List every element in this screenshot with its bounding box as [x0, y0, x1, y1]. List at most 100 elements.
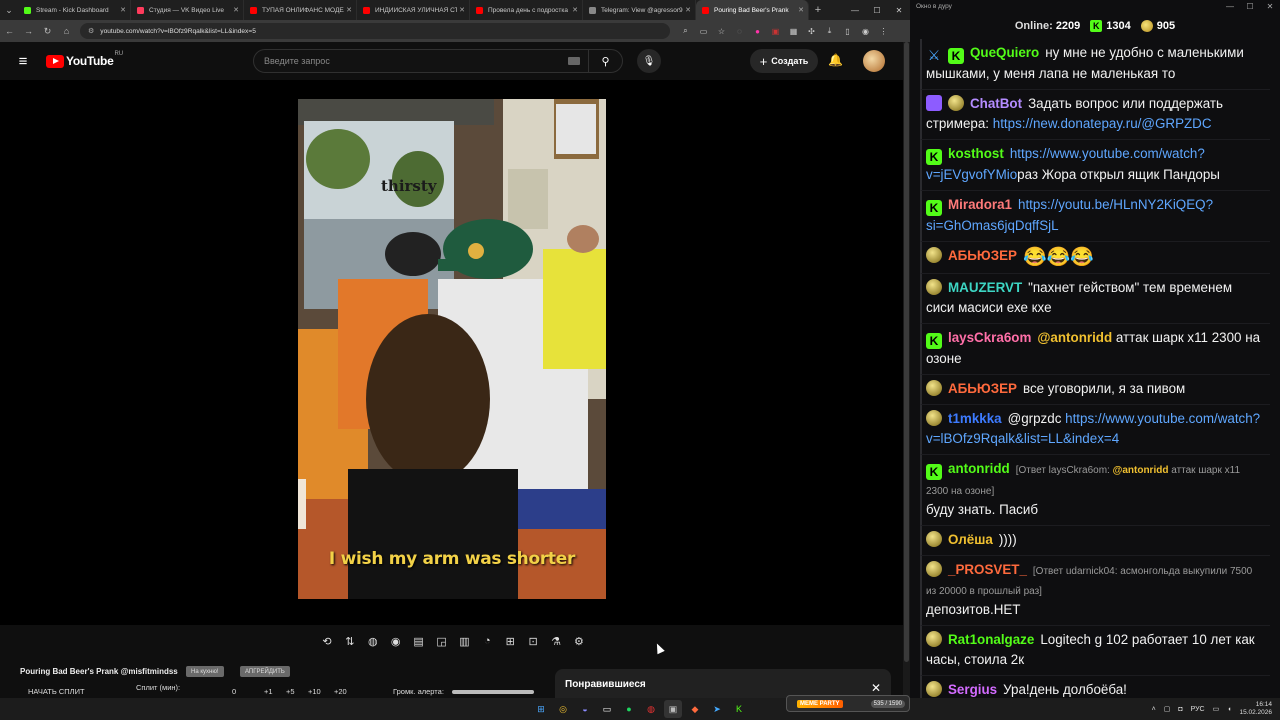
video-frame[interactable]: thirsty I wish my arm was shorter: [298, 99, 606, 599]
youtube-logo[interactable]: YouTube RU: [46, 51, 123, 68]
browser-tab[interactable]: Pouring Bad Beer's Prank ✕: [696, 0, 809, 20]
chat-username[interactable]: АБЬЮЗЕР: [948, 248, 1017, 263]
chat-username[interactable]: QueQuiero: [970, 45, 1039, 60]
avatar[interactable]: [863, 50, 885, 72]
browser-tab[interactable]: ТУПАЯ ОНЛИФАНС МОДЕЛЬ ✕: [244, 0, 357, 20]
browser-tab[interactable]: ИНДИЙСКАЯ УЛИЧНАЯ СТ ✕: [357, 0, 470, 20]
chip-upgrade[interactable]: АПГРЕЙДИТЬ: [240, 666, 290, 677]
chat-username[interactable]: antonridd: [948, 461, 1010, 476]
speed-icon[interactable]: ◔: [478, 633, 496, 649]
mic-icon[interactable]: 🎙: [637, 49, 661, 73]
zoom-icon[interactable]: ⌕: [678, 24, 693, 38]
search-button[interactable]: ⚲: [588, 50, 622, 72]
language-indicator[interactable]: РУС: [1191, 706, 1205, 713]
notifications-bell-icon[interactable]: 🔔: [828, 53, 843, 67]
chat-username[interactable]: MAUZERVT: [948, 280, 1022, 295]
spotify-icon[interactable]: ●: [620, 700, 638, 718]
site-info-icon[interactable]: ⚙: [88, 27, 94, 35]
extension-2-icon[interactable]: ●: [750, 24, 765, 38]
reload-icon[interactable]: ↻: [38, 26, 57, 37]
chat-maximize-icon[interactable]: ☐: [1240, 2, 1260, 11]
tray-app-icon[interactable]: ▢: [1164, 705, 1171, 713]
home-icon[interactable]: ⌂: [57, 26, 76, 36]
start-split-button[interactable]: НАЧАТЬ СПЛИТ: [28, 687, 85, 696]
profile-icon[interactable]: ◉: [858, 24, 873, 38]
extension-3-icon[interactable]: ▣: [768, 24, 783, 38]
tab-close-icon[interactable]: ✕: [685, 6, 691, 14]
network-icon[interactable]: ▭: [1213, 705, 1220, 713]
eye-icon[interactable]: ◉: [387, 633, 405, 649]
tab-close-icon[interactable]: ✕: [233, 6, 239, 14]
reply-mention[interactable]: @antonridd: [1113, 465, 1169, 476]
browser-tab[interactable]: Студия — VK Видео Live ✕: [131, 0, 244, 20]
flask-icon[interactable]: ⚗: [547, 633, 565, 649]
search-box[interactable]: Введите запрос ⚲: [253, 49, 623, 73]
create-button[interactable]: + Создать: [750, 49, 818, 73]
chat-username[interactable]: Sergius: [948, 682, 997, 697]
minimize-icon[interactable]: —: [844, 6, 866, 15]
chat-username[interactable]: t1mkkka: [948, 411, 1002, 426]
page-scrollbar[interactable]: [903, 42, 910, 698]
tab-close-icon[interactable]: ✕: [459, 6, 465, 14]
close-icon[interactable]: ✕: [871, 681, 881, 695]
close-window-icon[interactable]: ✕: [888, 6, 910, 15]
explorer-icon[interactable]: ▭: [598, 700, 616, 718]
cast-icon[interactable]: ▭: [696, 24, 711, 38]
chat-close-icon[interactable]: ✕: [1260, 2, 1280, 11]
maximize-icon[interactable]: ☐: [866, 6, 888, 15]
split-0-button[interactable]: 0: [232, 687, 236, 696]
chat-username[interactable]: АБЬЮЗЕР: [948, 381, 1017, 396]
extensions-puzzle-icon[interactable]: ✣: [804, 24, 819, 38]
chat-username[interactable]: _PROSVET_: [948, 562, 1027, 577]
sort-icon[interactable]: ⇅: [341, 633, 359, 649]
tab-close-icon[interactable]: ✕: [120, 6, 126, 14]
split-plus1-button[interactable]: +1: [264, 687, 273, 696]
chat-message-list[interactable]: ⚔ K QueQuiero ну мне не удобно с маленькими…: [910, 39, 1272, 698]
chat-mention[interactable]: @antonridd: [1037, 330, 1112, 345]
chip-kitchen[interactable]: На кухню!: [186, 666, 224, 677]
chat-link[interactable]: https://new.donatepay.ru/@GRPZDC: [993, 116, 1212, 131]
split-plus5-button[interactable]: +5: [286, 687, 295, 696]
browser-tab[interactable]: Провела день с подростка ✕: [470, 0, 583, 20]
chat-username[interactable]: ChatBot: [970, 96, 1022, 111]
settings-gear-icon[interactable]: ⚙: [570, 633, 588, 649]
forward-icon[interactable]: →: [19, 26, 38, 36]
active-app-icon[interactable]: ▣: [664, 700, 682, 718]
obs-icon[interactable]: ◍: [642, 700, 660, 718]
browser-tab[interactable]: Stream - Kick Dashboard ✕: [18, 0, 131, 20]
alert-volume-slider[interactable]: [452, 690, 534, 694]
url-field[interactable]: ⚙ youtube.com/watch?v=lBOfz9Rqalk&list=L…: [80, 23, 670, 39]
app-8-icon[interactable]: ◆: [686, 700, 704, 718]
kick-app-icon[interactable]: K: [730, 700, 748, 718]
tab-close-icon[interactable]: ✕: [798, 6, 804, 14]
browser-tab[interactable]: Telegram: View @agressor9 ✕: [583, 0, 696, 20]
menu-icon[interactable]: ≡: [0, 53, 46, 70]
extension-1-icon[interactable]: ◌: [732, 24, 747, 38]
split-plus10-button[interactable]: +10: [308, 687, 321, 696]
tab-close-icon[interactable]: ✕: [572, 6, 578, 14]
chrome-icon[interactable]: ◎: [554, 700, 572, 718]
browser-menu-icon[interactable]: ⋮: [876, 24, 891, 38]
split-plus20-button[interactable]: +20: [334, 687, 347, 696]
chat-username[interactable]: Miradora1: [948, 197, 1012, 212]
chat-username[interactable]: laysCkra6om: [948, 330, 1031, 345]
chat-minimize-icon[interactable]: —: [1220, 2, 1240, 11]
chat-username[interactable]: Олёша: [948, 532, 993, 547]
tab-search-icon[interactable]: ⌄: [0, 0, 18, 20]
volume-icon[interactable]: ◖: [1227, 706, 1231, 713]
loop-icon[interactable]: ⟲: [318, 633, 336, 649]
meme-party-widget[interactable]: MEME PARTY 535 / 1590: [786, 695, 910, 712]
extension-4-icon[interactable]: ▦: [786, 24, 801, 38]
chat-username[interactable]: Rat1onalgaze: [948, 632, 1034, 647]
search-input[interactable]: Введите запрос: [264, 56, 568, 66]
tray-expand-icon[interactable]: ˄: [1152, 706, 1156, 713]
telegram-icon[interactable]: ➤: [708, 700, 726, 718]
bookmark-star-icon[interactable]: ☆: [714, 24, 729, 38]
sidebar-icon[interactable]: ▯: [840, 24, 855, 38]
tray-app-2-icon[interactable]: ◘: [1178, 706, 1182, 713]
chat-username[interactable]: kosthost: [948, 146, 1004, 161]
picture-in-picture-icon[interactable]: ◲: [433, 633, 451, 649]
scrollbar-thumb[interactable]: [904, 42, 909, 662]
theater-icon[interactable]: ▥: [455, 633, 473, 649]
new-tab-button[interactable]: +: [809, 4, 827, 16]
